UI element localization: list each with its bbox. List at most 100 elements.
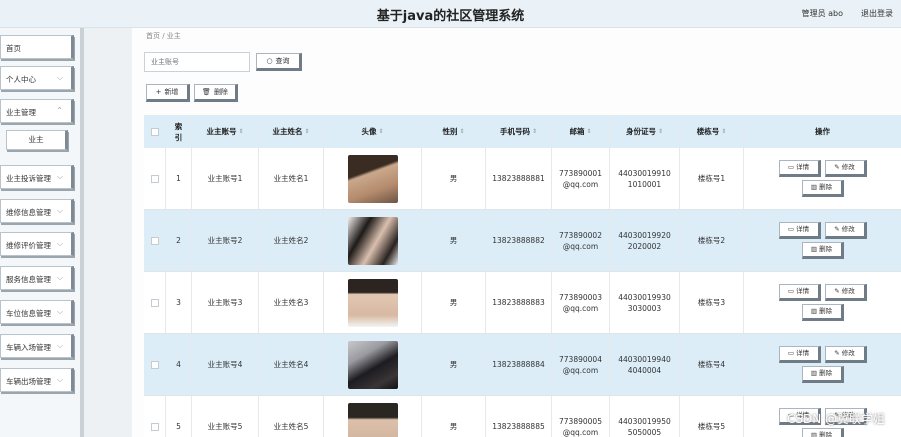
- row-avatar: [324, 334, 422, 395]
- chevron-down-icon: ⌵: [56, 172, 63, 181]
- delete-button[interactable]: ▥ 删除: [801, 366, 844, 383]
- header-index: 索引: [166, 115, 192, 148]
- breadcrumb[interactable]: 首页 / 业主: [146, 31, 181, 41]
- sidebar-item-label: 个人中心: [6, 75, 36, 84]
- trash-icon: ▥: [810, 307, 818, 315]
- delete-button[interactable]: ▥ 删除: [801, 304, 844, 321]
- doc-icon: ▭: [787, 349, 795, 357]
- row-name: 业主姓名2: [259, 210, 324, 271]
- search-input[interactable]: [144, 52, 250, 72]
- current-user[interactable]: 管理员 abo: [802, 8, 843, 19]
- sidebar-item-profile[interactable]: 个人中心 ⌵: [0, 66, 74, 90]
- row-account: 业主账号2: [192, 210, 259, 271]
- avatar: [347, 340, 398, 389]
- row-building: 楼栋号5: [680, 396, 744, 437]
- search-icon: ○: [266, 57, 273, 65]
- trash-icon: 🗑: [202, 88, 211, 96]
- row-checkbox[interactable]: [144, 396, 166, 437]
- edit-button[interactable]: ✎ 修改: [824, 346, 867, 363]
- row-email: 773890001@qq.com: [552, 148, 610, 209]
- sidebar-item-home[interactable]: 首页: [0, 35, 74, 59]
- watermark: CSDN @翼联学姐: [786, 412, 885, 426]
- delete-button[interactable]: ▥ 删除: [801, 428, 844, 437]
- trash-icon: ▥: [810, 183, 818, 191]
- sidebar-item-repair[interactable]: 维修信息管理 ⌵: [0, 199, 74, 223]
- row-idcard: 440300199101010001: [610, 148, 680, 209]
- row-avatar: [324, 396, 422, 437]
- sidebar: 首页 个人中心 ⌵ 业主管理 ⌃ 业主 业主投诉管理 ⌵ 维修信息管理 ⌵ 维修…: [0, 28, 80, 437]
- header-actions: 操作: [815, 127, 830, 136]
- add-button[interactable]: + 新增: [146, 84, 190, 102]
- header-email[interactable]: 邮箱 ⇕: [552, 115, 610, 148]
- row-checkbox[interactable]: [144, 148, 166, 209]
- header-account[interactable]: 业主账号 ⇕: [192, 115, 259, 148]
- header-phone[interactable]: 手机号码 ⇕: [486, 115, 552, 148]
- sidebar-item-label: 维修信息管理: [6, 208, 51, 217]
- row-account: 业主账号1: [192, 148, 259, 209]
- row-idcard: 440300199505050005: [610, 396, 680, 437]
- logout-link[interactable]: 退出登录: [861, 8, 893, 19]
- search-button-label: 查询: [275, 57, 290, 65]
- sidebar-item-vehicle-out[interactable]: 车辆出场管理 ⌵: [0, 368, 74, 392]
- sidebar-item-complaint[interactable]: 业主投诉管理 ⌵: [0, 165, 74, 189]
- sidebar-subitem-owner[interactable]: 业主: [6, 130, 68, 150]
- row-gender: 男: [422, 210, 486, 271]
- header-gender[interactable]: 性别 ⇕: [422, 115, 486, 148]
- chevron-up-icon: ⌃: [56, 106, 63, 115]
- row-account: 业主账号5: [192, 396, 259, 437]
- header-name[interactable]: 业主姓名 ⇕: [259, 115, 324, 148]
- pencil-icon: ✎: [834, 163, 840, 171]
- chevron-down-icon: ⌵: [56, 73, 63, 82]
- sidebar-item-label: 车辆入场管理: [6, 343, 51, 352]
- batch-delete-button[interactable]: 🗑 删除: [194, 84, 238, 102]
- delete-button[interactable]: ▥ 删除: [801, 242, 844, 259]
- sidebar-item-owner-manage[interactable]: 业主管理 ⌃: [0, 99, 74, 123]
- row-gender: 男: [422, 396, 486, 437]
- select-all-checkbox[interactable]: [144, 115, 166, 148]
- edit-button[interactable]: ✎ 修改: [824, 222, 867, 239]
- trash-icon: ▥: [810, 369, 818, 377]
- row-email: 773890005@qq.com: [552, 396, 610, 437]
- sidebar-item-parking[interactable]: 车位信息管理 ⌵: [0, 300, 74, 324]
- row-account: 业主账号3: [192, 272, 259, 333]
- row-checkbox[interactable]: [144, 210, 166, 271]
- delete-button-label: 删除: [213, 88, 228, 96]
- row-actions: ▭ 详情 ✎ 修改 ▥ 删除: [744, 272, 901, 333]
- sidebar-item-repair-review[interactable]: 维修评价管理 ⌵: [0, 232, 74, 256]
- doc-icon: ▭: [787, 287, 795, 295]
- chevron-down-icon: ⌵: [56, 206, 63, 215]
- sidebar-item-label: 车辆出场管理: [6, 377, 51, 386]
- table-header: 索引 业主账号 ⇕ 业主姓名 ⇕ 头像 ⇕ 性别 ⇕ 手机号码 ⇕ 邮箱 ⇕ 身份证号 ⇕ 楼…: [144, 115, 901, 148]
- search-button[interactable]: ○ 查询: [256, 53, 302, 71]
- detail-button[interactable]: ▭ 详情: [778, 284, 821, 301]
- row-idcard: 440300199202020002: [610, 210, 680, 271]
- row-email: 773890004@qq.com: [552, 334, 610, 395]
- chevron-down-icon: ⌵: [56, 341, 63, 350]
- header-building[interactable]: 楼栋号 ⇕: [680, 115, 744, 148]
- sidebar-item-service[interactable]: 服务信息管理 ⌵: [0, 266, 74, 290]
- row-checkbox[interactable]: [144, 272, 166, 333]
- header-idcard[interactable]: 身份证号 ⇕: [610, 115, 680, 148]
- top-bar: 基于java的社区管理系统 管理员 abo 退出登录: [0, 0, 901, 28]
- detail-button[interactable]: ▭ 详情: [778, 346, 821, 363]
- main-content: 首页 / 业主 ○ 查询 + 新增 🗑 删除 索引 业主账号⇕ 业主姓名⇕ 头像…: [132, 28, 901, 437]
- detail-button[interactable]: ▭ 详情: [778, 222, 821, 239]
- row-gender: 男: [422, 272, 486, 333]
- header-avatar[interactable]: 头像 ⇕: [324, 115, 422, 148]
- avatar: [347, 402, 398, 437]
- row-account: 业主账号4: [192, 334, 259, 395]
- row-building: 楼栋号4: [680, 334, 744, 395]
- row-name: 业主姓名5: [259, 396, 324, 437]
- trash-icon: ▥: [810, 431, 818, 437]
- delete-button[interactable]: ▥ 删除: [801, 180, 844, 197]
- edit-button[interactable]: ✎ 修改: [824, 160, 867, 177]
- edit-button[interactable]: ✎ 修改: [824, 284, 867, 301]
- row-checkbox[interactable]: [144, 334, 166, 395]
- doc-icon: ▭: [787, 163, 795, 171]
- doc-icon: ▭: [787, 225, 795, 233]
- sidebar-item-vehicle-in[interactable]: 车辆入场管理 ⌵: [0, 334, 74, 358]
- row-name: 业主姓名1: [259, 148, 324, 209]
- sidebar-item-label: 服务信息管理: [6, 275, 51, 284]
- detail-button[interactable]: ▭ 详情: [778, 160, 821, 177]
- sidebar-item-label: 首页: [6, 44, 21, 53]
